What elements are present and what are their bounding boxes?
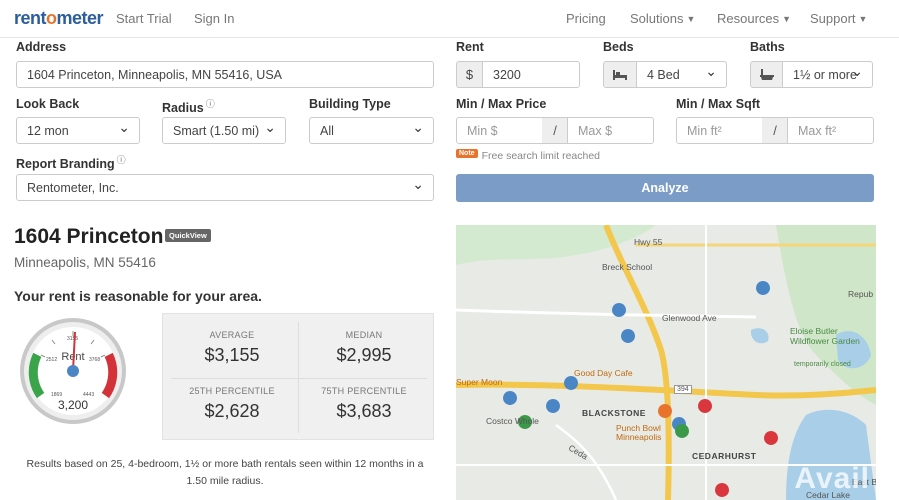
baths-select[interactable]: 1½ or more <box>782 61 873 88</box>
note-badge: Note <box>456 148 478 158</box>
solutions-label: Solutions <box>630 11 684 26</box>
rent-label: Rent <box>456 40 484 54</box>
lookback-select[interactable]: 12 mon <box>16 117 140 144</box>
map-label-supermoon: Super Moon <box>456 377 503 387</box>
map-label-i394: 394 <box>674 385 692 394</box>
help-icon[interactable]: ⓘ <box>117 155 126 165</box>
limit-note: Note Free search limit reached <box>456 148 601 162</box>
min-sqft-placeholder: Min ft² <box>687 123 722 138</box>
quickview-badge[interactable]: QuickView <box>165 229 211 242</box>
max-sqft-input[interactable]: Max ft² <box>787 117 874 144</box>
support-label: Support <box>810 11 856 26</box>
gauge-tick-2512: 2512 <box>46 357 57 363</box>
min-price-placeholder: Min $ <box>467 123 498 138</box>
radius-select[interactable]: Smart (1.50 mi) <box>162 117 286 144</box>
map-label-cedarhurst: CEDARHURST <box>692 451 757 461</box>
stat-p25: 25TH PERCENTILE $2,628 <box>167 386 297 422</box>
map-label-glenwood: Glenwood Ave <box>662 313 717 323</box>
stat-median: MEDIAN $2,995 <box>299 330 429 366</box>
dollar-addon: $ <box>456 61 483 88</box>
sqft-range-label: Min / Max Sqft <box>676 97 761 111</box>
property-title: 1604 Princeton <box>14 225 164 248</box>
building-type-select[interactable]: All <box>309 117 434 144</box>
pricing-link[interactable]: Pricing <box>566 11 606 26</box>
map-label-gooddays: Good Day Cafe <box>574 368 633 378</box>
branding-select[interactable]: Rentometer, Inc. <box>16 174 434 201</box>
map-label-breck: Breck School <box>602 262 653 272</box>
stat-p75: 75TH PERCENTILE $3,683 <box>299 386 429 422</box>
rentometer-logo[interactable]: rentometer <box>14 8 104 29</box>
top-nav: rentometer Start Trial Sign In Pricing S… <box>0 0 899 38</box>
gauge-hub <box>67 365 79 377</box>
max-price-input[interactable]: Max $ <box>567 117 654 144</box>
stat-p25-label: 25TH PERCENTILE <box>189 386 275 396</box>
caret-down-icon: ▼ <box>782 14 792 24</box>
gauge-tick-3768: 3768 <box>89 357 100 363</box>
stat-median-value: $2,995 <box>336 345 392 365</box>
lookback-label: Look Back <box>16 97 80 111</box>
radius-label: Radius ⓘ <box>162 97 215 115</box>
map-label-hwy55: Hwy 55 <box>634 237 663 247</box>
max-sqft-placeholder: Max ft² <box>798 123 837 138</box>
gauge-value: 3,200 <box>58 398 88 412</box>
baths-label: Baths <box>750 40 785 54</box>
address-label: Address <box>16 40 67 54</box>
support-menu[interactable]: Support ▼ <box>810 11 867 26</box>
beds-label: Beds <box>603 40 634 54</box>
min-price-input[interactable]: Min $ <box>456 117 543 144</box>
map-label-blackstone: BLACKSTONE <box>582 408 646 418</box>
stat-p75-value: $3,683 <box>336 401 392 421</box>
rental-map[interactable]: Hwy 55 Breck School Glenwood Ave Eloise … <box>456 225 876 500</box>
stat-p25-value: $2,628 <box>204 401 260 421</box>
rent-stats-panel: AVERAGE $3,155 MEDIAN $2,995 25TH PERCEN… <box>162 313 434 440</box>
price-separator: / <box>542 117 568 144</box>
bathtub-icon <box>750 61 783 88</box>
solutions-menu[interactable]: Solutions ▼ <box>630 11 695 26</box>
min-sqft-input[interactable]: Min ft² <box>676 117 763 144</box>
analyze-button[interactable]: Analyze <box>456 174 874 202</box>
caret-down-icon: ▼ <box>686 14 696 24</box>
start-trial-link[interactable]: Start Trial <box>116 11 172 26</box>
map-label-costco: Costco Whole <box>486 416 539 426</box>
map-label-repub: Repub Brewin <box>848 289 876 299</box>
rent-input[interactable]: 3200 <box>482 61 580 88</box>
stat-average-label: AVERAGE <box>209 330 255 340</box>
note-text: Free search limit reached <box>481 150 601 162</box>
map-label-eloise: Eloise Butler Wildflower Garden <box>790 326 860 346</box>
rent-gauge: 2512 3155 3768 1869 4443 Rent 3,200 <box>20 318 126 424</box>
rent-verdict: Your rent is reasonable for your area. <box>14 288 262 304</box>
stat-median-label: MEDIAN <box>345 330 383 340</box>
map-label-punch-city: Minneapolis <box>616 432 662 442</box>
radius-label-text: Radius <box>162 101 204 116</box>
branding-label-text: Report Branding <box>16 157 115 172</box>
beds-select[interactable]: 4 Bed <box>636 61 727 88</box>
stat-average: AVERAGE $3,155 <box>167 330 297 366</box>
results-footnote: Results based on 25, 4-bedroom, 1½ or mo… <box>26 458 424 487</box>
sign-in-link[interactable]: Sign In <box>194 11 234 26</box>
building-type-label: Building Type <box>309 97 391 111</box>
gauge-tick-3155: 3155 <box>67 336 78 342</box>
caret-down-icon: ▼ <box>858 14 868 24</box>
resources-menu[interactable]: Resources ▼ <box>717 11 791 26</box>
avail-watermark: Avail <box>794 462 870 495</box>
help-icon[interactable]: ⓘ <box>206 99 215 109</box>
stat-p75-label: 75TH PERCENTILE <box>321 386 407 396</box>
resources-label: Resources <box>717 11 780 26</box>
branding-label: Report Branding ⓘ <box>16 153 126 171</box>
property-location: Minneapolis, MN 55416 <box>14 255 156 270</box>
address-input[interactable]: 1604 Princeton, Minneapolis, MN 55416, U… <box>16 61 434 88</box>
stat-average-value: $3,155 <box>204 345 260 365</box>
bed-icon <box>603 61 637 88</box>
max-price-placeholder: Max $ <box>578 123 613 138</box>
sqft-separator: / <box>762 117 788 144</box>
price-range-label: Min / Max Price <box>456 97 547 111</box>
stats-divider-h <box>171 378 427 379</box>
map-label-eloise-sub: temporarily closed <box>794 361 851 368</box>
